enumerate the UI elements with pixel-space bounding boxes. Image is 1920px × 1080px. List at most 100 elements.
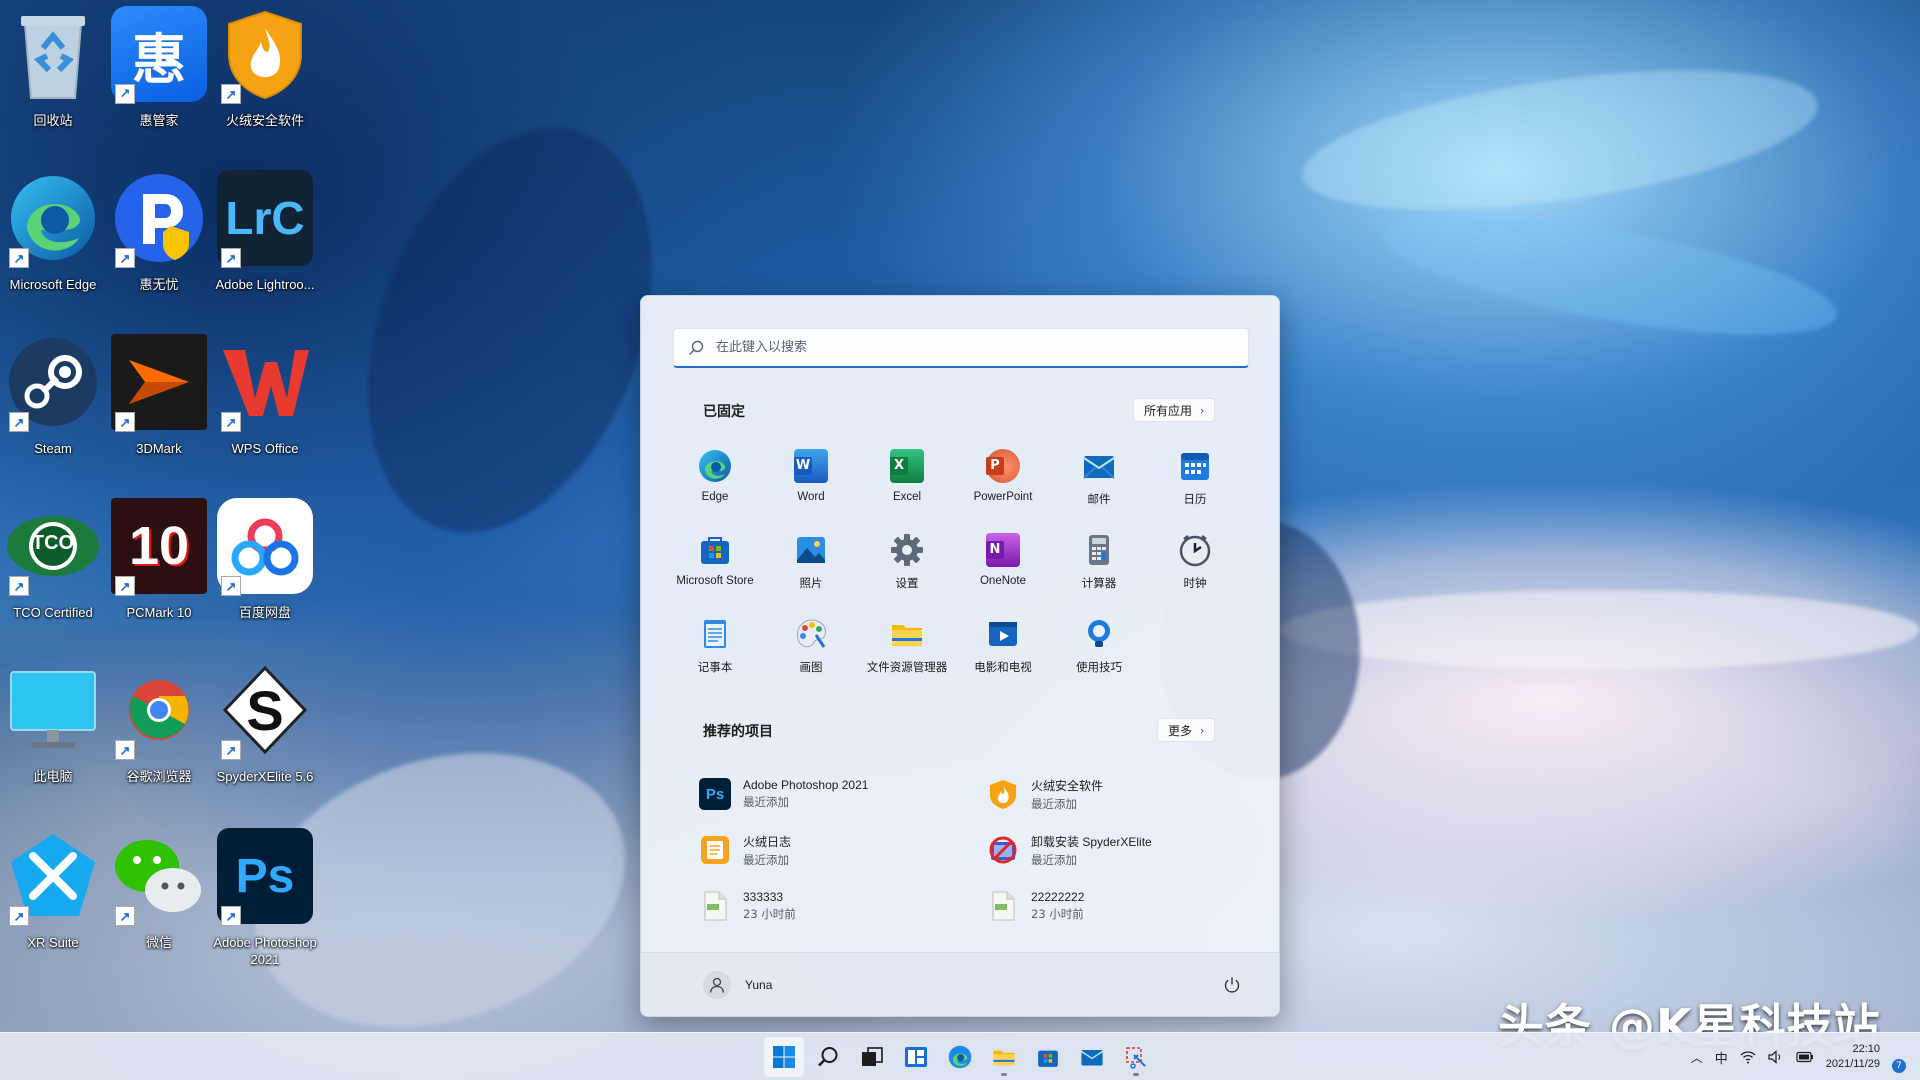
recommended-item-name: Adobe Photoshop 2021 [743,778,869,792]
recommended-item-huorong[interactable]: 火绒安全软件 最近添加 [987,766,1275,822]
windows-start-icon [773,1046,795,1068]
wechat-icon: ↗ [111,828,207,926]
notepad-icon [704,620,726,648]
desktop-icon-edge[interactable]: ↗ Microsoft Edge [1,170,105,322]
desktop-icon-label: 3DMark [136,441,182,456]
user-name[interactable]: Yuna [745,978,1223,992]
desktop-icon-xr-suite[interactable]: ↗ XR Suite [1,828,105,980]
power-icon[interactable] [1223,976,1241,994]
recommended-item-22222222[interactable]: 22222222 23 小时前 [987,878,1275,934]
wifi-icon[interactable] [1740,1050,1756,1064]
recommended-item-time: 最近添加 [743,795,789,809]
ime-indicator[interactable]: 中 [1715,1048,1728,1067]
more-button[interactable]: 更多 › [1157,718,1216,742]
battery-icon[interactable] [1796,1051,1814,1063]
chevron-up-icon[interactable]: ︿ [1691,1049,1703,1066]
taskbar-edge-button[interactable] [940,1037,980,1077]
pinned-app-powerpoint[interactable]: P PowerPoint [955,441,1051,525]
taskbar-file-explorer-button[interactable] [984,1037,1024,1077]
pinned-app-notepad[interactable]: 记事本 [667,609,763,693]
desktop-icon-hui-manager[interactable]: 惠 ↗ 惠管家 [107,6,211,158]
all-apps-button[interactable]: 所有应用 › [1133,398,1216,422]
pinned-app-excel[interactable]: X Excel [859,441,955,525]
task-view-icon [862,1047,883,1066]
recommended-item-photoshop[interactable]: Ps Adobe Photoshop 2021 最近添加 [699,766,987,822]
powerpoint-icon: P [986,449,1020,483]
pinned-app-calculator[interactable]: 计算器 [1051,525,1147,609]
pcmark-icon: 10 ↗ [111,498,207,596]
taskbar-snipping-tool-button[interactable] [1116,1037,1156,1077]
recycle-bin-icon [5,6,101,102]
tco-glyph: TCO [31,532,75,554]
desktop-icon-this-pc[interactable]: 此电脑 [1,662,105,814]
recommended-item-uninstall-spyderx[interactable]: 卸载安装 SpyderXElite 最近添加 [987,822,1275,878]
taskbar-store-button[interactable] [1028,1037,1068,1077]
desktop-icon-lightroom[interactable]: LrC ↗ Adobe Lightroo... [213,170,317,322]
desktop-icon-wechat[interactable]: ↗ 微信 [107,828,211,980]
wallpaper-snow-ridge [1280,590,1920,670]
pinned-app-label: 设置 [895,578,919,590]
chrome-icon: ↗ [111,662,207,760]
volume-icon[interactable] [1768,1050,1784,1064]
onenote-icon: N [986,533,1020,567]
pinned-app-file-explorer[interactable]: 文件资源管理器 [859,609,955,693]
start-search-box[interactable] [673,328,1249,368]
powerpoint-glyph: P [986,457,1004,475]
taskbar-clock[interactable]: 22:10 2021/11/29 [1826,1042,1880,1072]
pinned-app-onenote[interactable]: N OneNote [955,525,1051,609]
huorong-log-icon [701,836,729,864]
desktop-icon-photoshop[interactable]: Ps ↗ Adobe Photoshop 2021 [213,828,317,980]
desktop-icon-recycle-bin[interactable]: 回收站 [1,6,105,158]
taskbar-start-button[interactable] [764,1037,804,1077]
taskbar-mail-button[interactable] [1072,1037,1112,1077]
file-explorer-icon [993,1050,1015,1066]
shortcut-arrow-icon: ↗ [115,576,135,596]
desktop-icon-label: WPS Office [231,441,299,456]
pinned-app-tips[interactable]: 使用技巧 [1051,609,1147,693]
desktop-icon-hui-wuyou[interactable]: ↗ 惠无忧 [107,170,211,322]
desktop-icon-label: Microsoft Edge [9,277,97,292]
pinned-app-movies-tv[interactable]: 电影和电视 [955,609,1051,693]
photos-icon [797,537,825,563]
this-pc-icon [5,662,101,758]
desktop-icon-label: TCO Certified [13,605,93,620]
pinned-app-label: 邮件 [1087,494,1111,506]
taskbar-task-view-button[interactable] [852,1037,892,1077]
shortcut-arrow-icon: ↗ [115,740,135,760]
desktop-icon-huorong[interactable]: ↗ 火绒安全软件 [213,6,317,158]
pinned-app-clock[interactable]: 时钟 [1147,525,1243,609]
taskbar: ︿ 中 22:10 2021/11/29 7 [0,1032,1920,1080]
shortcut-arrow-icon: ↗ [221,740,241,760]
pinned-app-paint[interactable]: 画图 [763,609,859,693]
pinned-app-store[interactable]: Microsoft Store [667,525,763,609]
desktop-icon-chrome[interactable]: ↗ 谷歌浏览器 [107,662,211,814]
desktop-icon-steam[interactable]: ↗ Steam [1,334,105,486]
desktop-icon-pcmark[interactable]: 10 ↗ PCMark 10 [107,498,211,650]
desktop-icon-3dmark[interactable]: ↗ 3DMark [107,334,211,486]
huorong-security-icon: ↗ [217,6,313,104]
photoshop-icon: Ps ↗ [217,828,313,926]
search-input[interactable] [716,340,1236,355]
desktop-icon-label: 微信 [145,935,172,950]
recommended-item-333333[interactable]: 333333 23 小时前 [699,878,987,934]
shortcut-arrow-icon: ↗ [9,906,29,926]
desktop-icon-spyderx[interactable]: S ↗ SpyderXElite 5.6 [213,662,317,814]
pinned-app-calendar[interactable]: 日历 [1147,441,1243,525]
desktop-icon-label: 谷歌浏览器 [126,769,192,784]
desktop-icon-wps[interactable]: ↗ WPS Office [213,334,317,486]
desktop-icon-tco[interactable]: TCO ↗ TCO Certified [1,498,105,650]
recommended-item-huorong-log[interactable]: 火绒日志 最近添加 [699,822,987,878]
pinned-app-mail[interactable]: 邮件 [1051,441,1147,525]
taskbar-widgets-button[interactable] [896,1037,936,1077]
user-avatar[interactable] [703,970,731,999]
desktop-icon-baidu-netdisk[interactable]: ↗ 百度网盘 [213,498,317,650]
pinned-app-photos[interactable]: 照片 [763,525,859,609]
desktop-icon-label: Steam [34,441,72,456]
system-tray: ︿ 中 22:10 2021/11/29 7 [1691,1033,1906,1080]
desktop-icon-label: 惠管家 [139,113,179,128]
pinned-app-edge[interactable]: Edge [667,441,763,525]
notification-badge[interactable]: 7 [1892,1059,1906,1073]
taskbar-search-button[interactable] [808,1037,848,1077]
pinned-app-settings[interactable]: 设置 [859,525,955,609]
pinned-app-word[interactable]: W Word [763,441,859,525]
